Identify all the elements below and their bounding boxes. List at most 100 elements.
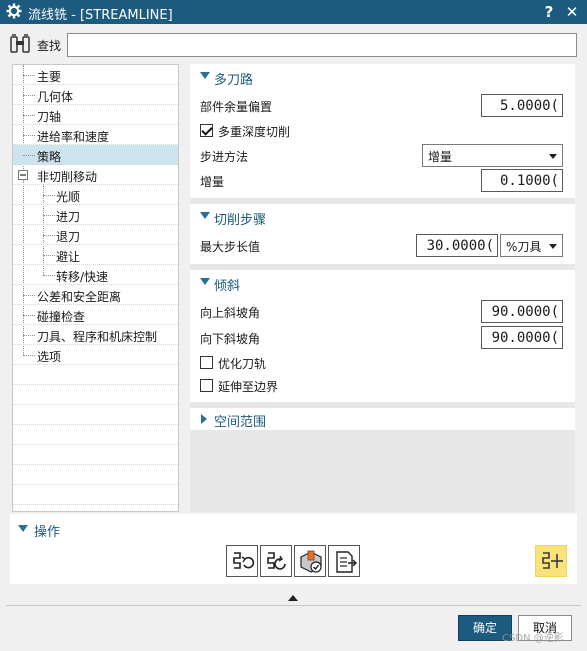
tree-connector [43,215,55,216]
tree-item-main[interactable]: 主要 [13,65,178,85]
group-title: 多刀路 [214,73,254,88]
field-label: 部件余量偏置 [200,100,273,114]
max-step-input[interactable]: 30.0000( [416,234,498,257]
group-tilt: 倾斜 向上斜坡角 90.0000( 向下斜坡角 90.0000( 优化刀轨 延伸… [190,270,575,402]
tree-empty-row [13,425,178,445]
tree-item-collision-check[interactable]: 碰撞检查 [13,305,178,325]
caret-down-icon[interactable] [18,525,28,532]
replay-button[interactable] [260,545,292,577]
group-operations: 操作 [10,514,577,584]
group-header[interactable]: 倾斜 [190,270,575,296]
nav-tree: 主要 几何体 刀轴 进给率和速度 策略 非切削移动 光顺 进刀 退刀 避让 转移… [12,64,179,512]
tree-empty-row [13,465,178,485]
ramp-up-row: 向上斜坡角 90.0000( [190,300,575,324]
help-button[interactable]: ? [540,2,558,22]
group-title: 切削步骤 [214,213,267,228]
list-button[interactable] [328,545,360,577]
tree-connector [43,275,55,276]
divider [6,605,581,606]
step-method-row: 步进方法 增量 [190,144,575,168]
group-space-range[interactable]: 空间范围 [190,408,575,430]
tree-item-label: 光顺 [56,190,81,204]
tree-item-non-cutting[interactable]: 非切削移动 [13,165,178,185]
tree-item-label: 避让 [56,250,81,264]
edit-display-button[interactable] [535,545,567,577]
tree-item-transfer-rapid[interactable]: 转移/快速 [13,265,178,285]
tree-item-geometry[interactable]: 几何体 [13,85,178,105]
caret-down-icon [200,72,210,79]
collapse-up-icon[interactable] [288,595,298,601]
tree-item-label: 非切削移动 [37,170,98,184]
tree-item-strategy[interactable]: 策略 [13,145,178,165]
multi-depth-row: 多重深度切削 [190,120,575,144]
tree-item-options[interactable]: 选项 [13,345,178,365]
list-icon [336,551,357,573]
extend-checkbox[interactable] [200,379,213,392]
minus-box-icon[interactable] [18,170,28,180]
tree-connector [23,355,35,356]
step-method-select[interactable]: 增量 [422,144,563,167]
ramp-down-row: 向下斜坡角 90.0000( [190,326,575,350]
group-multi-path: 多刀路 部件余量偏置 5.0000( 多重深度切削 步进方法 增量 增量 0.1… [190,64,575,198]
caret-down-icon [200,278,210,285]
tree-item-label: 退刀 [56,230,81,244]
field-label: 向上斜坡角 [200,306,261,320]
checkbox-label: 优化刀轨 [218,357,267,371]
field-label: 最大步长值 [200,240,261,254]
field-label: 步进方法 [200,150,249,164]
tree-item-label: 策略 [37,150,62,164]
group-title: 倾斜 [214,279,241,294]
tree-connector [23,95,35,96]
window-title: 流线铣 - [STREAMLINE] [28,8,173,23]
tree-item-retract[interactable]: 退刀 [13,225,178,245]
multi-depth-checkbox[interactable] [200,124,213,137]
tree-item-tool-program-machine[interactable]: 刀具、程序和机床控制 [13,325,178,345]
group-header[interactable]: 切削步骤 [190,204,575,230]
settings-panel: 多刀路 部件余量偏置 5.0000( 多重深度切削 步进方法 增量 增量 0.1… [190,64,575,512]
watermark: CSDN @逆影 [502,633,564,644]
tree-item-label: 碰撞检查 [37,310,86,324]
max-step-row: 最大步长值 30.0000( %刀具 [190,234,575,258]
tree-connector [43,255,55,256]
tree-connector [43,195,55,196]
close-button[interactable]: ✕ [563,2,581,22]
part-stock-offset-row: 部件余量偏置 5.0000( [190,94,575,118]
tree-empty-row [13,365,178,385]
tree-item-label: 刀轴 [37,110,62,124]
tree-empty-row [13,445,178,465]
tree-item-avoidance[interactable]: 避让 [13,245,178,265]
optimize-row: 优化刀轨 [190,352,575,376]
tree-item-label: 刀具、程序和机床控制 [37,330,158,344]
binoculars-icon [10,34,30,53]
search-label: 查找 [37,39,62,53]
tree-item-label: 进刀 [56,210,81,224]
tree-item-engage[interactable]: 进刀 [13,205,178,225]
tree-connector [23,75,35,76]
tree-item-feeds-speeds[interactable]: 进给率和速度 [13,125,178,145]
tree-item-label: 选项 [37,350,62,364]
ramp-down-input[interactable]: 90.0000( [481,326,563,349]
checkbox-label: 延伸至边界 [218,380,279,394]
title-bar: 流线铣 - [STREAMLINE] ? ✕ [0,0,587,24]
tree-empty-row [13,485,178,505]
tree-item-tolerances[interactable]: 公差和安全距离 [13,285,178,305]
increment-row: 增量 0.1000( [190,169,575,193]
search-input[interactable] [67,33,577,57]
select-value: 增量 [428,150,453,164]
generate-button[interactable] [226,545,258,577]
optimize-checkbox[interactable] [200,356,213,369]
group-title: 空间范围 [214,415,267,430]
tree-empty-row [13,405,178,425]
ramp-up-input[interactable]: 90.0000( [481,300,563,323]
edit-display-icon [542,552,563,569]
increment-input[interactable]: 0.1000( [481,169,563,192]
group-header[interactable]: 多刀路 [190,64,575,90]
verify-button[interactable] [294,545,326,577]
part-stock-offset-input[interactable]: 5.0000( [481,94,563,117]
tree-connector [23,155,35,156]
chevron-down-icon [549,154,557,159]
tree-item-smoothing[interactable]: 光顺 [13,185,178,205]
caret-down-icon [200,212,210,219]
max-step-unit-select[interactable]: %刀具 [500,234,563,257]
tree-item-tool-axis[interactable]: 刀轴 [13,105,178,125]
